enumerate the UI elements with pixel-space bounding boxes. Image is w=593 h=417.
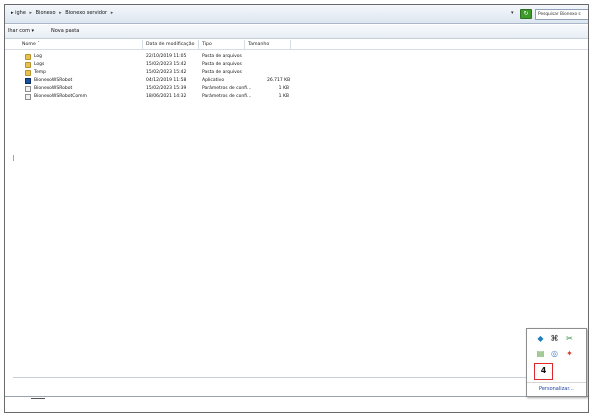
status-bar-divider [5,396,588,397]
config-file-icon [25,94,31,100]
breadcrumb-bionexo-servidor[interactable]: Bionexo servidor [65,10,107,16]
divider [527,382,586,383]
file-date: 18/06/2021 14:32 [146,94,187,99]
breadcrumb-bionexo[interactable]: Bionexo [36,10,56,16]
address-bar: ▸ ighe ▸ Bionexo ▸ Bionexo servidor ▸ ▾ … [5,5,588,24]
file-row[interactable]: Log 22/10/2019 11:05 Pasta de arquivos [5,53,305,61]
file-type: Pasta de arquivos [202,54,242,59]
column-name[interactable]: Nome ˆ [19,40,143,50]
file-row[interactable]: Temp 15/02/2023 15:42 Pasta de arquivos [5,69,305,77]
sync-icon[interactable]: ◎ [550,349,559,358]
status-bar-grip [31,398,45,399]
bluetooth-icon[interactable]: ⌘ [550,334,559,343]
address-history-dropdown[interactable]: ▾ [511,10,514,16]
customize-link[interactable]: Personalizar... [539,386,574,392]
share-with-label: lhar com [8,28,30,34]
folder-icon [25,54,31,60]
share-with-button[interactable]: lhar com ▾ [8,28,34,34]
file-name: BionexoWSRobotComm [34,94,87,99]
file-row[interactable]: Logs 15/02/2023 15:42 Pasta de arquivos [5,61,305,69]
sort-ascending-icon: ˆ [37,42,40,47]
breadcrumb: ▸ ighe ▸ Bionexo ▸ Bionexo servidor ▸ [11,10,115,16]
explorer-window: ▸ ighe ▸ Bionexo ▸ Bionexo servidor ▸ ▾ … [4,4,589,413]
file-name: Temp [34,70,46,75]
snipping-tool-icon[interactable]: ✂ [565,334,574,343]
column-header: Nome ˆ Data de modificação Tipo Tamanho [5,40,588,50]
file-name: BionexoWSRobot [34,86,73,91]
breadcrumb-separator[interactable]: ▸ [59,10,62,16]
breadcrumb-ighe[interactable]: ighe [15,10,26,16]
refresh-icon: ↻ [523,10,529,17]
file-type: Pasta de arquivos [202,70,242,75]
file-size: 1 KB [278,86,289,91]
file-date: 15/02/2023 15:39 [146,86,187,91]
file-type: Parâmetros de confi... [202,86,252,91]
chevron-down-icon: ▾ [31,28,35,34]
file-size: 26.717 KB [267,78,291,83]
file-name: Logs [34,62,45,67]
alert-icon[interactable]: ✦ [565,349,574,358]
file-date: 04/12/2019 11:58 [146,78,187,83]
breadcrumb-separator: ▸ [11,10,14,16]
search-input[interactable]: Pesquisar Bionexo s [535,9,588,20]
application-icon [25,78,31,84]
breadcrumb-separator[interactable]: ▸ [30,10,33,16]
file-date: 15/02/2023 15:42 [146,70,187,75]
column-date[interactable]: Data de modificação [143,40,199,50]
shield-icon[interactable]: ◆ [536,334,545,343]
command-bar: lhar com ▾ Nova pasta [5,25,588,39]
divider [13,377,529,378]
file-date: 15/02/2023 15:42 [146,62,187,67]
file-name: Log [34,54,43,59]
file-row[interactable]: BionexoWSRobot 15/02/2023 15:39 Parâmetr… [5,85,305,93]
file-type: Aplicativo [202,78,225,83]
file-type: Pasta de arquivos [202,62,242,67]
network-icon[interactable]: ▤ [536,349,545,358]
splitter-handle[interactable] [13,155,14,161]
folder-icon [25,62,31,68]
file-row[interactable]: BionexoWSRobotComm 18/06/2021 14:32 Parâ… [5,93,305,101]
file-size: 1 KB [278,94,289,99]
config-file-icon [25,86,31,92]
column-type[interactable]: Tipo [199,40,245,50]
file-name: BionexoWSRobot [34,78,73,83]
file-row[interactable]: BionexoWSRobot 04/12/2019 11:58 Aplicati… [5,77,305,85]
folder-icon [25,70,31,76]
tray-count-badge[interactable]: 4 [534,363,553,380]
file-date: 22/10/2019 11:05 [146,54,187,59]
new-folder-button[interactable]: Nova pasta [51,28,79,34]
file-type: Parâmetros de confi... [202,94,252,99]
refresh-button[interactable]: ↻ [520,9,532,19]
breadcrumb-separator[interactable]: ▸ [111,10,114,16]
notification-tray-popup: ◆ ⌘ ✂ ▤ ◎ ✦ 4 Personalizar... [526,328,587,397]
column-name-label: Nome [22,42,36,47]
column-size[interactable]: Tamanho [245,40,291,50]
